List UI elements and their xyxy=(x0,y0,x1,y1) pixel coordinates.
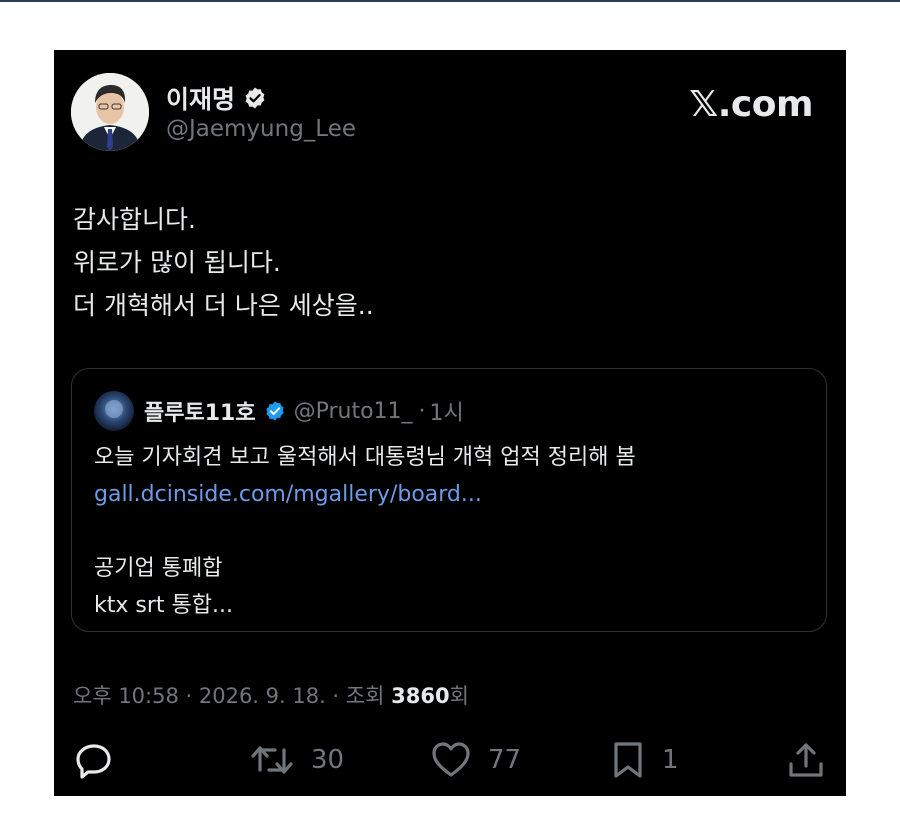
quoted-blank-line xyxy=(94,513,636,550)
quoted-tweet[interactable]: 플루토11호 @Pruto11_ · 1시 오늘 기자회견 보고 울적해서 대통… xyxy=(71,368,827,632)
quoted-author-avatar[interactable] xyxy=(94,391,134,431)
tweet-text: 감사합니다. 위로가 많이 됩니다. 더 개혁해서 더 나은 세상을.. xyxy=(73,198,374,327)
author-handle[interactable]: @Jaemyung_Lee xyxy=(166,116,356,142)
tweet-line: 위로가 많이 됩니다. xyxy=(73,248,281,277)
action-bar: 30 77 1 xyxy=(54,740,846,790)
author-name[interactable]: 이재명 xyxy=(166,80,235,116)
share-button[interactable] xyxy=(786,740,826,780)
tweet-meta: 오후 10:58 · 2026. 9. 18. · 조회 3860회 xyxy=(73,680,469,710)
author-avatar[interactable] xyxy=(71,73,149,151)
view-suffix: 회 xyxy=(449,684,469,708)
tweet-line: 감사합니다. xyxy=(73,205,196,234)
timestamp[interactable]: 오후 10:58 · 2026. 9. 18. · 조회 xyxy=(73,684,391,708)
quoted-line: ktx srt 통합... xyxy=(94,593,233,618)
bookmark-count: 1 xyxy=(662,745,679,775)
like-count: 77 xyxy=(488,745,522,775)
retweet-icon xyxy=(251,746,293,774)
quoted-link[interactable]: gall.dcinside.com/mgallery/board... xyxy=(94,476,636,513)
retweet-button[interactable]: 30 xyxy=(249,740,344,780)
quoted-text: 오늘 기자회견 보고 울적해서 대통령님 개혁 업적 정리해 봄 gall.dc… xyxy=(94,439,636,624)
view-count: 3860 xyxy=(391,684,450,708)
top-divider xyxy=(0,0,900,2)
quoted-header: 플루토11호 @Pruto11_ · 1시 xyxy=(144,395,464,427)
quoted-line: 오늘 기자회견 보고 울적해서 대통령님 개혁 업적 정리해 봄 xyxy=(94,445,636,470)
tweet-line: 더 개혁해서 더 나은 세상을.. xyxy=(73,291,374,320)
reply-button[interactable] xyxy=(74,740,130,780)
quoted-time[interactable]: 1시 xyxy=(430,395,464,427)
retweet-count: 30 xyxy=(311,745,345,775)
bookmark-icon xyxy=(614,742,642,778)
tweet-card: 이재명 @Jaemyung_Lee 𝕏.com 감사합니다. 위로가 많이 됩니… xyxy=(54,50,846,796)
separator-dot: · xyxy=(418,398,426,424)
like-button[interactable]: 77 xyxy=(430,740,521,780)
quoted-author-name[interactable]: 플루토11호 xyxy=(144,395,256,427)
quoted-author-handle[interactable]: @Pruto11_ xyxy=(294,399,413,424)
heart-icon xyxy=(432,742,470,777)
verified-badge-icon xyxy=(265,401,284,421)
reply-icon xyxy=(76,744,111,779)
share-icon xyxy=(789,743,823,777)
author-name-row[interactable]: 이재명 xyxy=(166,80,267,116)
verified-badge-icon xyxy=(245,87,265,109)
quoted-line: 공기업 통폐합 xyxy=(94,556,223,581)
bookmark-button[interactable]: 1 xyxy=(610,740,679,780)
x-logo: 𝕏.com xyxy=(689,84,813,125)
